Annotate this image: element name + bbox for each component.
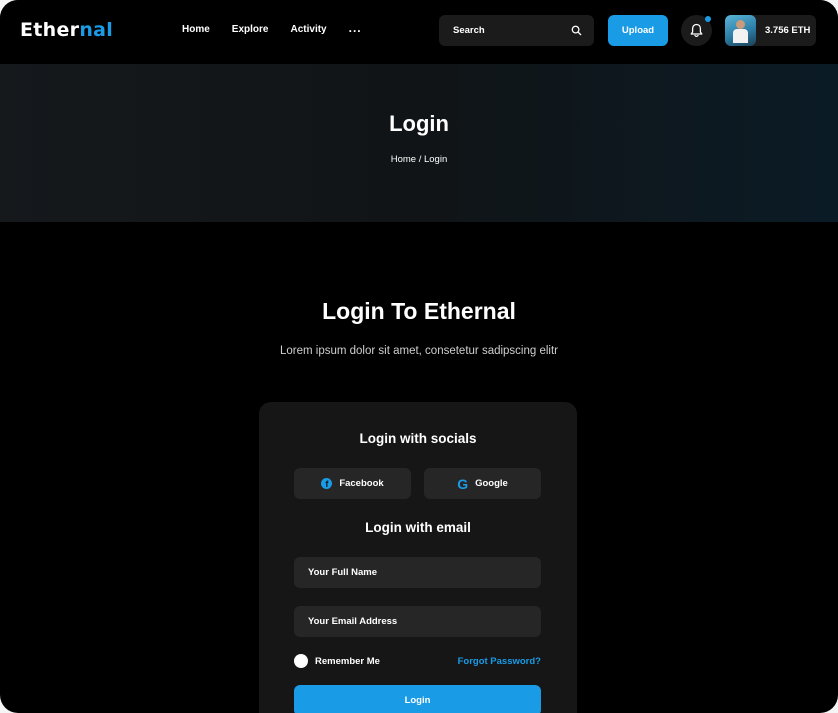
remember-me-label: Remember Me — [315, 655, 380, 667]
logo-accent-text: nal — [79, 19, 114, 41]
socials-heading: Login with socials — [359, 431, 477, 446]
google-label: Google — [475, 478, 508, 489]
search-icon[interactable] — [571, 25, 582, 36]
section-title: Login To Ethernal — [322, 298, 516, 324]
app-window: Ethernal Home Explore Activity ... Uploa… — [0, 0, 838, 713]
bell-icon — [690, 23, 703, 38]
login-button[interactable]: Login — [294, 685, 541, 713]
facebook-icon: f — [321, 478, 333, 489]
remember-me-checkbox[interactable]: Remember Me — [294, 654, 380, 668]
forgot-password-link[interactable]: Forgot Password? — [458, 656, 541, 667]
main-nav: Home Explore Activity ... — [182, 21, 384, 35]
notifications-button[interactable] — [681, 15, 712, 46]
nav-explore[interactable]: Explore — [232, 24, 269, 35]
nav-activity[interactable]: Activity — [290, 24, 326, 35]
full-name-field[interactable] — [294, 557, 541, 588]
balance-text: 3.756 ETH — [765, 25, 811, 36]
avatar[interactable] — [725, 15, 756, 46]
login-card: Login with socials f Facebook G Google L… — [259, 402, 577, 713]
google-icon: G — [457, 475, 469, 492]
breadcrumb: Home / Login — [390, 154, 448, 165]
logo[interactable]: Ethernal — [20, 19, 113, 41]
google-login-button[interactable]: G Google — [424, 468, 541, 499]
nav-more-icon[interactable]: ... — [349, 21, 362, 35]
logo-text: Ether — [20, 19, 80, 41]
page-banner: Login Home / Login — [0, 64, 838, 222]
wallet-balance[interactable]: 3.756 ETH — [725, 15, 816, 46]
upload-button[interactable]: Upload — [608, 15, 668, 46]
top-navbar: Ethernal Home Explore Activity ... Uploa… — [0, 0, 838, 64]
notification-dot — [705, 16, 711, 22]
email-field[interactable] — [294, 606, 541, 637]
facebook-login-button[interactable]: f Facebook — [294, 468, 411, 499]
search-bar — [439, 15, 594, 46]
email-heading: Login with email — [365, 520, 471, 535]
facebook-label: Facebook — [339, 478, 384, 489]
page-title: Login — [389, 111, 449, 136]
section-subtitle: Lorem ipsum dolor sit amet, consetetur s… — [279, 345, 559, 357]
nav-home[interactable]: Home — [182, 24, 210, 35]
checkbox-circle[interactable] — [294, 654, 308, 668]
search-input[interactable] — [439, 15, 569, 46]
